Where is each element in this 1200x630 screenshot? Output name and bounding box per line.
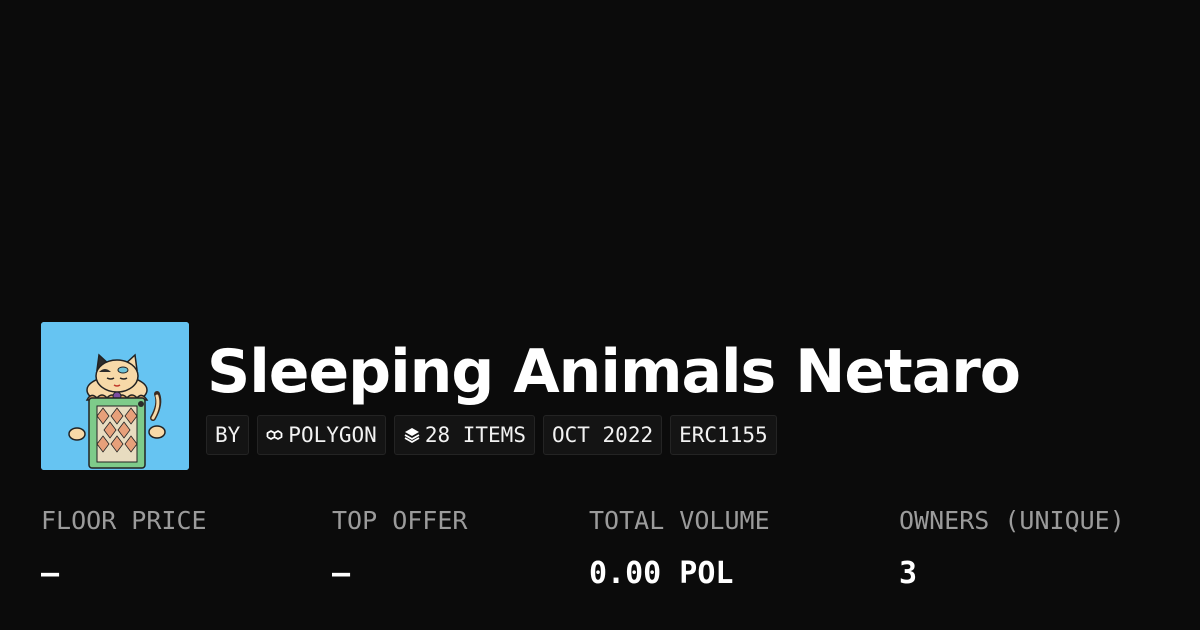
collection-title: Sleeping Animals Netaro [207,337,1021,407]
sleeping-cat-image [41,322,189,470]
stat-value: 0.00 POL [589,556,734,591]
stat-total-volume: TOTAL VOLUME 0.00 POL [589,506,770,592]
stat-label: OWNERS (UNIQUE) [899,506,1125,535]
chain-label: POLYGON [288,423,377,447]
stat-top-offer: TOP OFFER – [332,506,467,592]
items-label: 28 ITEMS [424,423,526,447]
stat-owners: OWNERS (UNIQUE) 3 [899,506,1125,592]
collection-tags: BY POLYGON 28 ITEMS OCT 2022 ERC1155 [206,415,777,455]
creator-tag[interactable]: BY [206,415,250,455]
stat-value: – [41,556,60,591]
items-tag[interactable]: 28 ITEMS [393,415,535,455]
stat-value: – [332,556,351,591]
creator-label: BY [215,423,241,447]
polygon-icon [266,426,284,444]
date-label: OCT 2022 [551,423,654,447]
standard-label: ERC1155 [679,423,768,447]
standard-tag: ERC1155 [670,415,777,455]
collection-avatar [41,322,189,470]
stat-label: TOP OFFER [332,506,468,535]
chain-tag[interactable]: POLYGON [257,415,386,455]
stat-floor-price: FLOOR PRICE – [41,506,207,592]
stat-label: TOTAL VOLUME [589,506,770,535]
layers-icon [403,426,421,444]
stat-value: 3 [899,556,918,591]
stat-label: FLOOR PRICE [41,506,207,535]
date-tag: OCT 2022 [542,415,663,455]
